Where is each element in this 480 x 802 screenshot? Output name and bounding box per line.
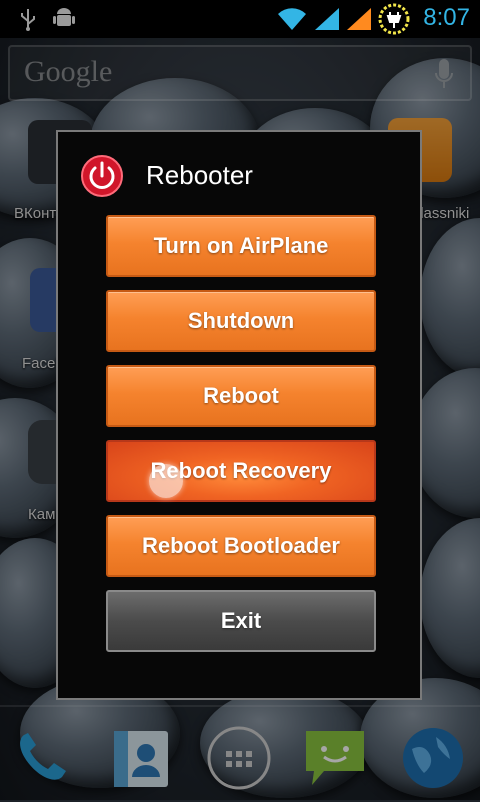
- status-bar: 8:07: [0, 0, 480, 38]
- status-time: 8:07: [423, 4, 470, 31]
- shutdown-button[interactable]: Shutdown: [106, 290, 376, 352]
- reboot-button[interactable]: Reboot: [106, 365, 376, 427]
- power-icon: [81, 155, 123, 197]
- android-debug-icon: [53, 8, 75, 26]
- wifi-icon: [278, 8, 306, 30]
- battery-charging-icon: [378, 3, 410, 35]
- reboot-recovery-button[interactable]: Reboot Recovery: [106, 440, 376, 502]
- dialog-title: Rebooter: [146, 160, 253, 190]
- usb-icon: [21, 9, 35, 31]
- signal-icon: [347, 8, 371, 30]
- turn-on-airplane-button[interactable]: Turn on AirPlane: [106, 215, 376, 277]
- signal-icon: [315, 8, 339, 30]
- reboot-bootloader-button[interactable]: Reboot Bootloader: [106, 515, 376, 577]
- rebooter-dialog: Rebooter Turn on AirPlane Shutdown Reboo…: [56, 130, 422, 700]
- exit-button[interactable]: Exit: [106, 590, 376, 652]
- touch-indicator: [149, 464, 183, 498]
